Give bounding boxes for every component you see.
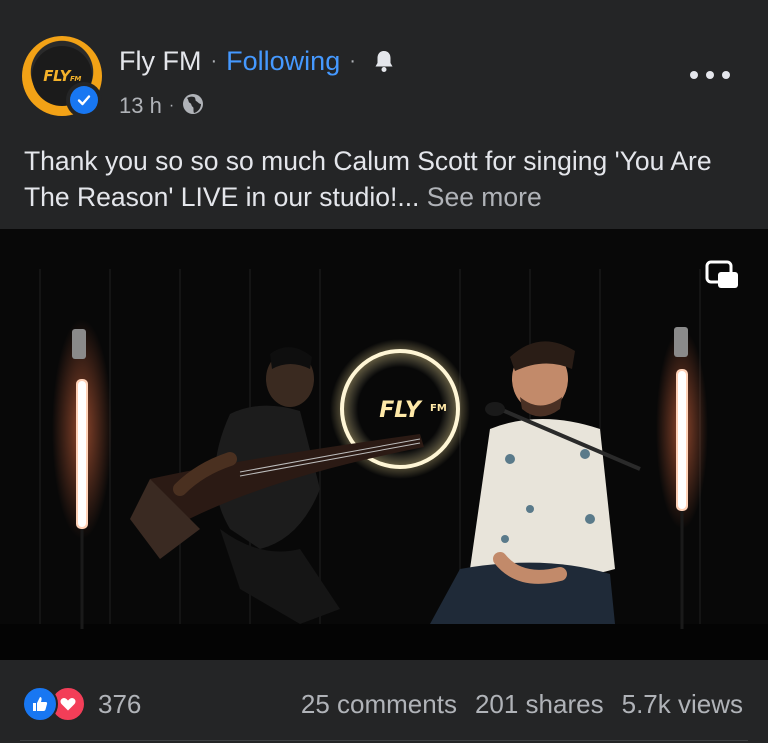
post-text: Thank you so so so much Calum Scott for … <box>24 146 712 212</box>
post-caption: Thank you so so so much Calum Scott for … <box>24 143 734 215</box>
bell-icon[interactable] <box>373 49 395 73</box>
globe-icon <box>181 92 205 121</box>
video-frame: FLY FM <box>0 229 768 660</box>
neon-sign-text: FLY <box>379 398 423 423</box>
post-meta: 13 h · <box>119 92 205 120</box>
following-button[interactable]: Following <box>226 46 340 77</box>
shares-count-link[interactable]: 201 shares <box>475 689 604 720</box>
video-player[interactable]: FLY FM <box>0 229 768 660</box>
reactions-summary[interactable]: 376 <box>22 686 141 722</box>
see-more-link[interactable]: See more <box>427 182 542 212</box>
comments-count-link[interactable]: 25 comments <box>301 689 457 720</box>
picture-in-picture-icon[interactable] <box>704 259 740 291</box>
separator-dot: · <box>168 97 175 114</box>
separator-dot: · <box>210 49 218 72</box>
neon-sign-sub: FM <box>430 403 447 414</box>
like-reaction-icon <box>22 686 58 722</box>
more-options-button[interactable] <box>690 66 730 84</box>
name-row: Fly FM · Following · <box>119 44 395 78</box>
views-count: 5.7k views <box>621 688 743 719</box>
post-header: FLYFM Fly FM · Following · 13 h · <box>0 0 768 130</box>
separator-dot: · <box>349 49 356 72</box>
post-timestamp[interactable]: 13 h <box>119 93 162 119</box>
verified-badge-icon <box>66 82 102 118</box>
fly-fm-logo: FLYFM <box>43 67 81 85</box>
page-name-link[interactable]: Fly FM <box>119 46 201 77</box>
divider <box>20 740 748 741</box>
reaction-count: 376 <box>98 688 142 719</box>
post-stats: 25 comments 201 shares 5.7k views <box>283 686 743 722</box>
